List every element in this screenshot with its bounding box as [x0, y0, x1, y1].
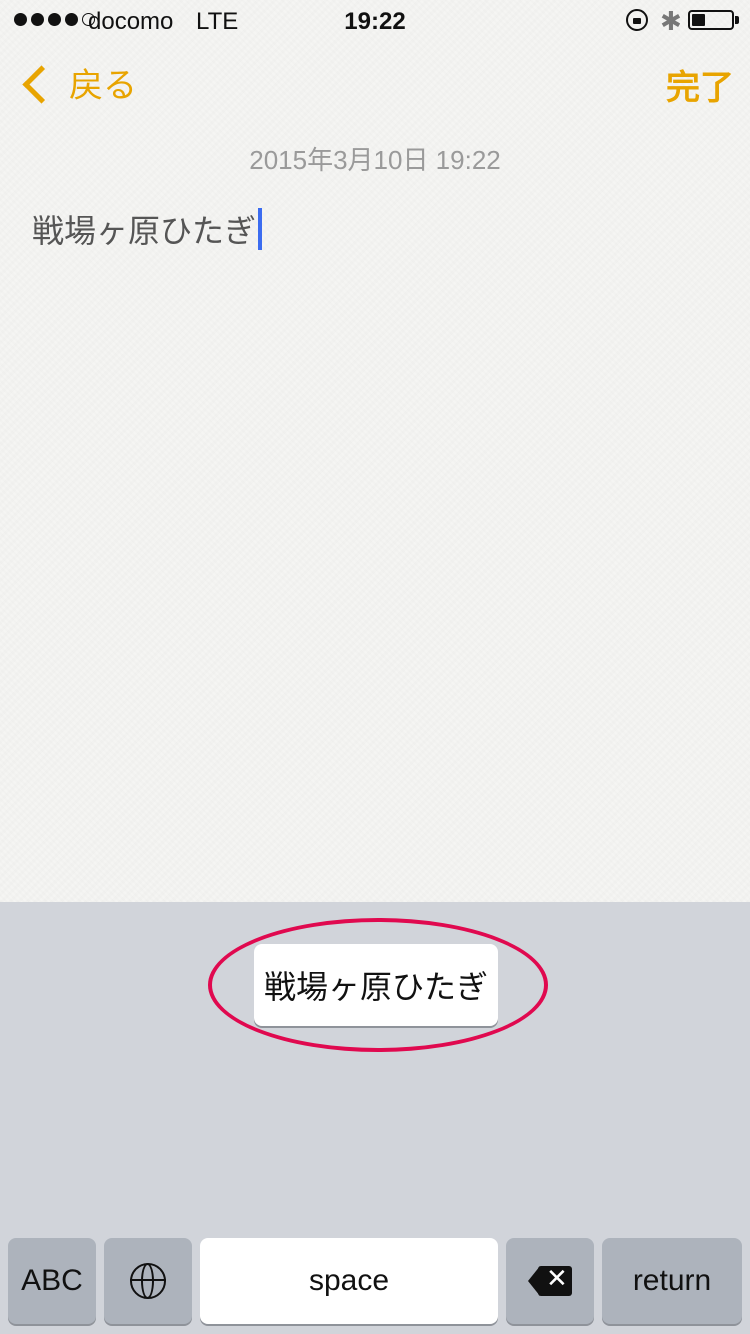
- chevron-left-icon: [22, 65, 61, 104]
- status-bar: docomo LTE 19:22 ✱: [0, 0, 750, 40]
- bluetooth-icon: ✱: [660, 6, 682, 36]
- abc-key[interactable]: ABC: [8, 1238, 96, 1324]
- note-text: 戦場ヶ原ひたぎ: [32, 213, 257, 249]
- battery-nub: [735, 16, 739, 24]
- space-key[interactable]: space: [200, 1238, 498, 1324]
- battery-level: [692, 14, 706, 26]
- return-key[interactable]: return: [602, 1238, 742, 1324]
- note-body[interactable]: 戦場ヶ原ひたぎ: [32, 206, 263, 252]
- text-cursor: [258, 208, 263, 250]
- battery-icon: [688, 10, 734, 30]
- delete-icon: ✕: [528, 1263, 572, 1296]
- note-date: 2015年3月10日 19:22: [249, 145, 501, 175]
- back-label: 戻る: [69, 67, 137, 105]
- highlight-circle: [208, 918, 548, 1052]
- note-paper[interactable]: [0, 0, 750, 902]
- rotation-lock-icon: [626, 9, 648, 31]
- globe-icon: [130, 1263, 166, 1299]
- back-button[interactable]: 戻る: [18, 58, 137, 107]
- globe-key[interactable]: [104, 1238, 192, 1324]
- delete-key[interactable]: ✕: [506, 1238, 594, 1324]
- done-button[interactable]: 完了: [666, 60, 734, 109]
